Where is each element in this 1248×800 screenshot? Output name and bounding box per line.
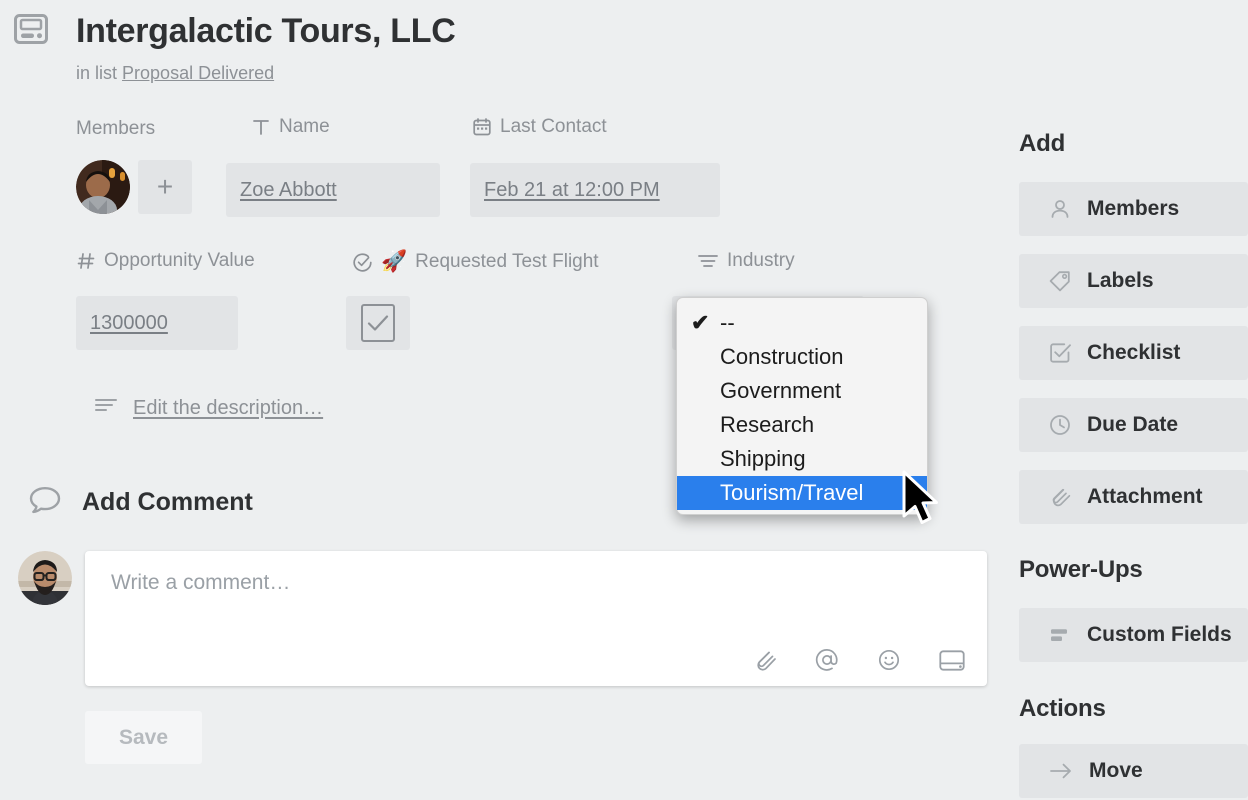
avatar[interactable] <box>18 551 72 605</box>
paperclip-icon <box>1049 486 1071 508</box>
sidebar-item-label: Move <box>1089 759 1143 782</box>
rocket-icon: 🚀 <box>381 250 408 273</box>
add-member-button[interactable]: + <box>138 160 192 214</box>
mouse-cursor <box>901 470 943 533</box>
add-member-plus: + <box>156 171 174 202</box>
edit-description-link[interactable]: Edit the description… <box>133 397 323 420</box>
sidebar-item-label: Members <box>1087 197 1180 220</box>
list-name-link[interactable]: Proposal Delivered <box>122 63 274 83</box>
sidebar-item-label: Attachment <box>1087 485 1203 508</box>
breadcrumb: in list Proposal Delivered <box>76 63 274 84</box>
requested-test-flight-field-label: 🚀 Requested Test Flight <box>352 250 599 274</box>
opportunity-value-field-label: Opportunity Value <box>76 250 255 272</box>
text-icon <box>251 117 271 137</box>
number-icon <box>76 251 96 271</box>
dropdown-option-label: Tourism/Travel <box>720 480 864 505</box>
dropdown-option-label: -- <box>720 310 735 335</box>
dropdown-option-tourism-travel[interactable]: Tourism/Travel <box>677 476 927 510</box>
sidebar-item-checklist[interactable]: Checklist <box>1019 326 1248 380</box>
opportunity-value-field-label-text: Opportunity Value <box>104 250 255 271</box>
sidebar: Add Members Labels Checklist Due Date At… <box>1019 0 1248 800</box>
add-comment-title: Add Comment <box>82 488 253 516</box>
tag-icon <box>1049 270 1071 292</box>
name-field-text: Zoe Abbott <box>240 178 337 201</box>
last-contact-field-text: Feb 21 at 12:00 PM <box>484 178 660 201</box>
members-field-label-text: Members <box>76 118 156 139</box>
attachment-icon[interactable] <box>753 648 777 672</box>
page-title: Intergalactic Tours, LLC <box>76 12 456 50</box>
sidebar-heading-actions: Actions <box>1019 695 1106 722</box>
test-flight-checkbox[interactable] <box>361 304 395 342</box>
save-button[interactable]: Save <box>85 711 202 764</box>
arrow-right-icon <box>1049 761 1073 781</box>
opportunity-value-field-text: 1300000 <box>90 311 168 334</box>
comment-placeholder: Write a comment… <box>111 571 291 594</box>
comment-toolbar <box>753 648 965 672</box>
sidebar-item-labels[interactable]: Labels <box>1019 254 1248 308</box>
dropdown-option-label: Government <box>720 378 842 403</box>
dropdown-option-government[interactable]: Government <box>677 374 927 408</box>
clock-icon <box>1049 414 1071 436</box>
dropdown-option-label: Shipping <box>720 446 806 471</box>
last-contact-field-label: Last Contact <box>472 116 607 138</box>
sidebar-item-label: Due Date <box>1087 413 1179 436</box>
name-field-label-text: Name <box>279 116 330 137</box>
checkbox-icon <box>1049 342 1071 364</box>
opportunity-value-field-value[interactable]: 1300000 <box>76 296 238 350</box>
sidebar-item-custom-fields[interactable]: Custom Fields <box>1019 608 1248 662</box>
sidebar-item-move[interactable]: Move <box>1019 744 1248 798</box>
add-comment-header: Add Comment <box>28 485 253 520</box>
dropdown-option-construction[interactable]: Construction <box>677 340 927 374</box>
sidebar-item-members[interactable]: Members <box>1019 182 1248 236</box>
description-row[interactable]: Edit the description… <box>94 396 323 421</box>
dropdown-option-shipping[interactable]: Shipping <box>677 442 927 476</box>
calendar-icon <box>472 117 492 137</box>
name-field-value[interactable]: Zoe Abbott <box>226 163 440 217</box>
fields-icon <box>1049 625 1071 645</box>
save-button-label: Save <box>118 725 169 749</box>
dropdown-option-default[interactable]: ✔ -- <box>677 306 927 340</box>
members-field-label: Members <box>76 118 155 140</box>
card-icon <box>14 14 48 44</box>
list-icon <box>697 252 719 270</box>
industry-dropdown-menu[interactable]: ✔ -- Construction Government Research Sh… <box>676 297 928 515</box>
sidebar-heading-add: Add <box>1019 130 1066 157</box>
dropdown-option-label: Construction <box>720 344 844 369</box>
comment-icon <box>28 485 62 520</box>
check-icon: ✔ <box>691 310 710 335</box>
sidebar-item-label: Custom Fields <box>1087 623 1232 646</box>
dropdown-option-label: Research <box>720 412 815 437</box>
name-field-label: Name <box>251 116 330 138</box>
sidebar-item-label: Labels <box>1087 269 1154 292</box>
last-contact-field-label-text: Last Contact <box>500 116 607 137</box>
dropdown-option-research[interactable]: Research <box>677 408 927 442</box>
description-icon <box>94 396 118 421</box>
mention-icon[interactable] <box>815 648 839 672</box>
last-contact-field-value[interactable]: Feb 21 at 12:00 PM <box>470 163 720 217</box>
industry-field-label-text: Industry <box>727 250 795 271</box>
sidebar-item-attachment[interactable]: Attachment <box>1019 470 1248 524</box>
requested-test-flight-field-value[interactable] <box>346 296 410 350</box>
comment-input-box[interactable]: Write a comment… <box>85 551 987 686</box>
emoji-icon[interactable] <box>877 648 901 672</box>
checkbox-circle-icon <box>352 252 373 273</box>
industry-field-label: Industry <box>697 250 795 272</box>
requested-test-flight-field-label-text: Requested Test Flight <box>415 251 599 272</box>
sidebar-heading-power-ups: Power-Ups <box>1019 556 1143 583</box>
avatar[interactable] <box>76 160 130 214</box>
in-list-prefix: in list <box>76 63 118 83</box>
sidebar-item-due-date[interactable]: Due Date <box>1019 398 1248 452</box>
person-icon <box>1049 198 1071 220</box>
card-insert-icon[interactable] <box>939 649 965 672</box>
sidebar-item-label: Checklist <box>1087 341 1181 364</box>
